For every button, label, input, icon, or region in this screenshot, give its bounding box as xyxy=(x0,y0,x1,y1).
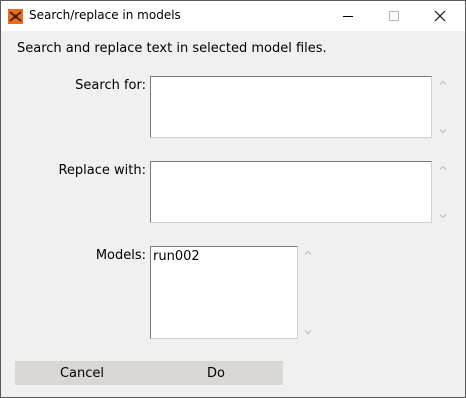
search-replace-dialog: Search/replace in models Search and repl… xyxy=(0,0,466,398)
scroll-down-icon[interactable] xyxy=(438,211,448,221)
close-button[interactable] xyxy=(417,1,463,31)
models-listbox[interactable]: run002 xyxy=(150,246,298,339)
button-bar: Cancel Do xyxy=(15,361,283,385)
replace-label: Replace with: xyxy=(58,163,146,178)
scroll-down-icon[interactable] xyxy=(438,126,448,136)
scroll-up-icon[interactable] xyxy=(438,163,448,173)
search-input[interactable] xyxy=(150,76,432,138)
title-bar[interactable]: Search/replace in models xyxy=(1,1,465,31)
models-scrollbar[interactable] xyxy=(301,248,315,337)
scroll-up-icon[interactable] xyxy=(438,78,448,88)
do-button[interactable]: Do xyxy=(149,361,283,385)
maximize-button[interactable] xyxy=(371,1,417,31)
search-scrollbar[interactable] xyxy=(436,78,450,136)
scroll-up-icon[interactable] xyxy=(303,248,313,258)
window-title: Search/replace in models xyxy=(29,8,181,22)
close-icon xyxy=(434,10,446,22)
scroll-down-icon[interactable] xyxy=(303,327,313,337)
instructions-text: Search and replace text in selected mode… xyxy=(17,41,327,56)
replace-scrollbar[interactable] xyxy=(436,163,450,221)
app-icon xyxy=(8,9,23,24)
minimize-icon xyxy=(343,16,353,17)
search-label: Search for: xyxy=(75,78,146,93)
dialog-body: Search and replace text in selected mode… xyxy=(1,31,465,397)
minimize-button[interactable] xyxy=(325,1,371,31)
models-label: Models: xyxy=(95,248,146,263)
cancel-button[interactable]: Cancel xyxy=(15,361,149,385)
replace-input[interactable] xyxy=(150,161,432,223)
maximize-icon xyxy=(389,11,399,21)
list-item[interactable]: run002 xyxy=(153,249,295,264)
